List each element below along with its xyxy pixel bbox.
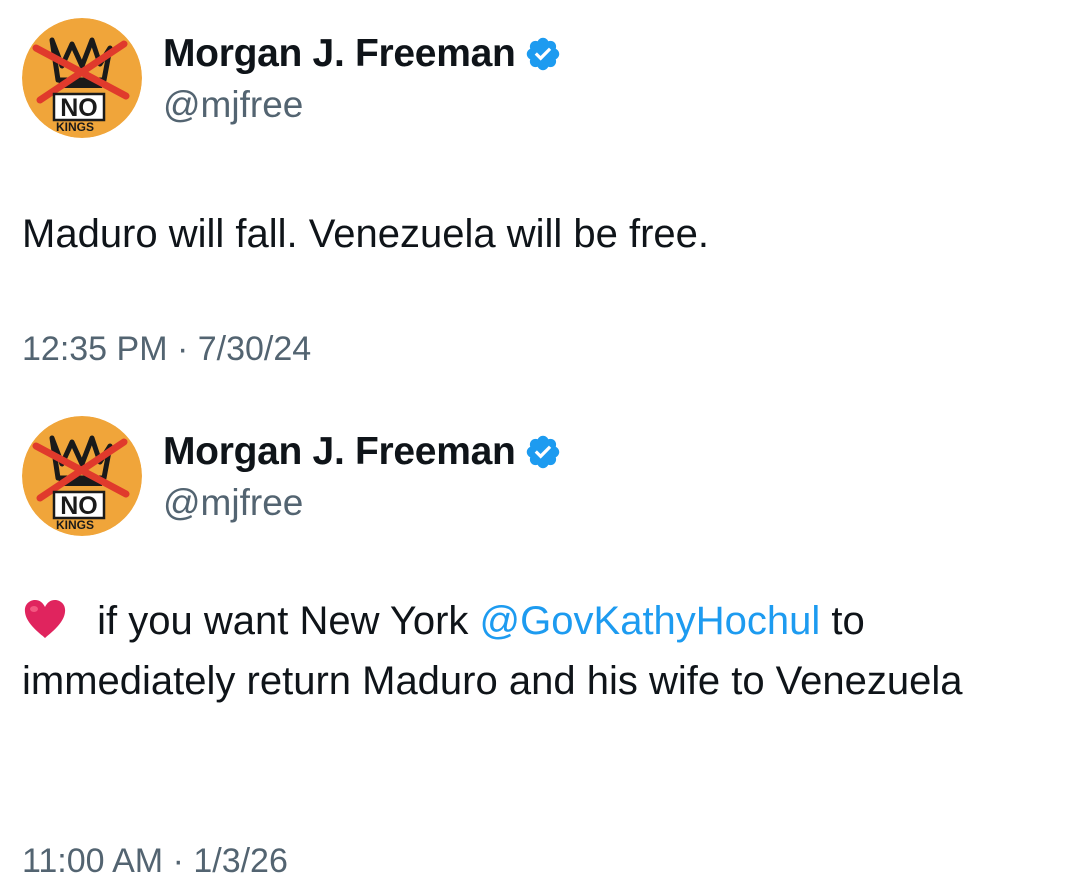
logo-text-kings: KINGS [56,518,94,532]
red-heart-emoji-icon [22,597,68,639]
tweet-header: NO KINGS Morgan J. Freeman @mjfree [22,18,1052,140]
no-kings-crown-logo-icon: NO KINGS [22,18,142,138]
no-kings-crown-logo-icon: NO KINGS [22,416,142,536]
verified-badge-icon [524,35,562,73]
timestamp[interactable]: 11:00 AM · 1/3/26 [22,842,288,881]
tweet-text: if you want New York @GovKathyHochul to … [22,591,1052,711]
logo-text-no: NO [60,492,98,520]
verified-badge-icon [524,433,562,471]
name-row: Morgan J. Freeman [163,30,562,78]
handle[interactable]: @mjfree [163,482,303,524]
display-name[interactable]: Morgan J. Freeman [163,32,516,76]
display-name[interactable]: Morgan J. Freeman [163,430,516,474]
logo-text-no: NO [60,94,98,122]
logo-text-kings: KINGS [56,120,94,134]
timestamp[interactable]: 12:35 PM · 7/30/24 [22,330,311,369]
handle[interactable]: @mjfree [163,84,303,126]
tweet-text-before-mention: if you want New York [86,599,480,643]
avatar[interactable]: NO KINGS [22,416,142,536]
tweet-header: NO KINGS Morgan J. Freeman @mjfree [22,416,1052,538]
name-row: Morgan J. Freeman [163,428,562,476]
avatar[interactable]: NO KINGS [22,18,142,138]
tweet-text: Maduro will fall. Venezuela will be free… [22,212,710,256]
mention-link[interactable]: @GovKathyHochul [480,599,821,643]
